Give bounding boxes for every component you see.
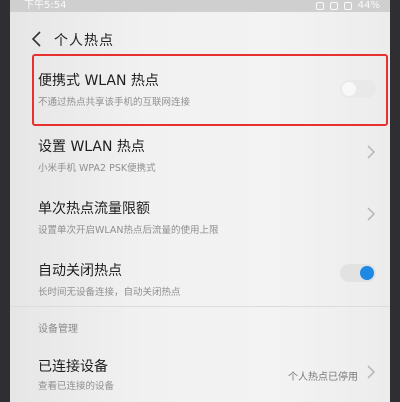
setup-hotspot-row[interactable]: 设置 WLAN 热点 小米手机 WPA2 PSK便携式	[10, 128, 390, 188]
settings-screen: 下午5:54 44% 个人热点 便携式 WLAN 热点 不通过热点共享该手机的互…	[10, 0, 390, 402]
connected-devices-subtitle: 查看已连接的设备	[38, 381, 115, 392]
highlight-box	[32, 54, 388, 126]
status-time: 下午5:54	[24, 0, 67, 11]
data-limit-title: 单次热点流量限额	[38, 201, 150, 217]
device-management-section-label: 设备管理	[38, 324, 78, 335]
status-icons: 44%	[315, 0, 380, 11]
hotspot-status-value: 个人热点已停用	[288, 372, 358, 383]
page-header: 个人热点	[10, 24, 390, 54]
chevron-right-icon	[367, 145, 376, 159]
status-bar: 下午5:54 44%	[10, 0, 390, 12]
auto-close-toggle[interactable]	[340, 264, 376, 282]
setup-hotspot-title: 设置 WLAN 热点	[38, 139, 145, 155]
back-arrow-svg	[31, 31, 41, 47]
wifi-icon	[329, 1, 338, 10]
auto-close-subtitle: 长时间无设备连接，自动关闭热点	[38, 287, 181, 298]
alarm-icon	[315, 1, 324, 10]
data-limit-subtitle: 设置单次开启WLAN热点后流量的使用上限	[38, 225, 219, 236]
connected-devices-row[interactable]: 已连接设备 查看已连接的设备 个人热点已停用	[10, 350, 390, 402]
setup-hotspot-subtitle: 小米手机 WPA2 PSK便携式	[38, 163, 156, 174]
chevron-right-icon	[367, 365, 376, 379]
back-arrow-icon[interactable]	[30, 29, 46, 49]
auto-close-row[interactable]: 自动关闭热点 长时间无设备连接，自动关闭热点	[10, 252, 390, 312]
signal-icon	[343, 1, 352, 10]
chevron-right-icon	[367, 207, 376, 221]
connected-devices-title: 已连接设备	[38, 359, 108, 375]
page-title: 个人热点	[54, 33, 114, 49]
toggle-knob	[360, 266, 374, 280]
battery-percent: 44%	[357, 0, 380, 11]
data-limit-row[interactable]: 单次热点流量限额 设置单次开启WLAN热点后流量的使用上限	[10, 190, 390, 250]
section-divider	[10, 306, 390, 307]
auto-close-title: 自动关闭热点	[38, 263, 122, 279]
phone-frame: 下午5:54 44% 个人热点 便携式 WLAN 热点 不通过热点共享该手机的互…	[0, 0, 400, 402]
